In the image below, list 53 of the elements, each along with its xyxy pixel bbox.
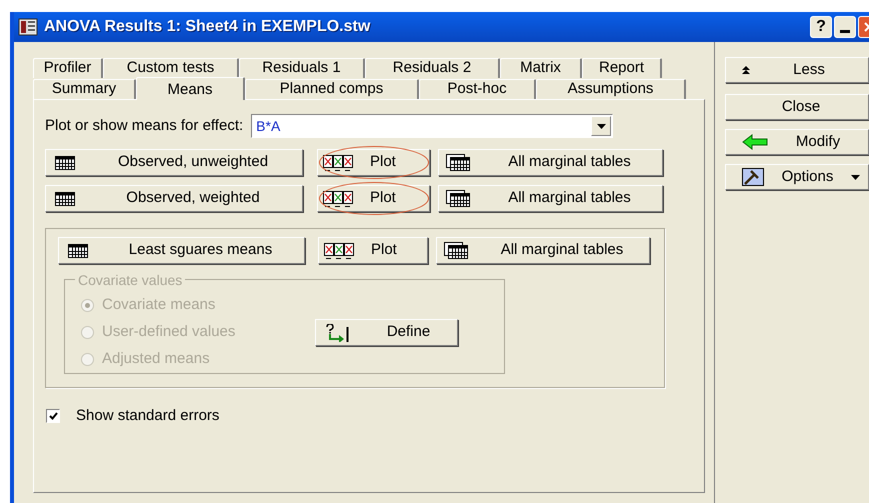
tab[interactable]: Post-hoc [419,79,536,99]
radio-label: Covariate means [102,295,216,316]
plot-icon [323,190,354,206]
caret-icon [851,174,860,180]
field-label: Plot or show means for effect: [45,116,244,136]
tables-button[interactable]: All marginal tables [438,149,663,176]
dropdown-button[interactable] [591,116,612,136]
double-up-icon [742,66,750,74]
radio-label: Adjusted means [102,349,210,370]
tab[interactable]: Matrix [500,58,582,78]
plain-button[interactable]: Close [725,94,869,120]
tables-button[interactable]: All marginal tables [436,237,650,264]
table-icon [55,156,75,170]
app-icon [18,18,38,36]
table-icon [55,192,75,206]
window-title: ANOVA Results 1: Sheet4 in EXEMPLO.stw [44,17,370,37]
minimize-icon [840,30,850,33]
hammer-icon [742,168,764,186]
modify-button[interactable]: Modify [725,129,869,155]
means-button[interactable]: Least sguares means [58,237,305,264]
checkbox-label: Show standard errors [76,406,220,426]
tab[interactable]: Assumptions [536,79,686,99]
tables-icon [446,154,470,171]
tab[interactable]: Summary [33,79,136,99]
plot-icon [323,154,354,170]
tab[interactable]: Report [582,58,662,78]
plot-button[interactable]: Plot [317,149,430,176]
arrow-icon [326,324,350,342]
tab[interactable]: Means [136,77,245,100]
check-icon [48,412,58,420]
tab[interactable]: Profiler [33,58,103,78]
help-button[interactable]: ? [810,16,832,38]
tab[interactable]: Custom tests [103,58,239,78]
arrow-icon [742,134,768,150]
table-icon [68,244,88,258]
tab[interactable]: Residuals 2 [365,58,500,78]
tables-icon [446,190,470,207]
plot-icon [324,242,355,258]
less-button[interactable]: Less [725,57,869,83]
plot-button[interactable]: Plot [317,185,430,212]
checkbox[interactable] [46,409,60,424]
means-button[interactable]: Observed, weighted [45,185,303,212]
tab[interactable]: Planned comps [245,79,419,99]
options-button[interactable]: Options [725,164,869,190]
means-button[interactable]: Observed, unweighted [45,149,303,176]
tab[interactable]: Residuals 1 [239,58,365,78]
effect-dropdown[interactable]: B*A [251,114,614,138]
caret-icon [596,124,606,128]
plot-button[interactable]: Plot [318,237,428,264]
radio-label: User-defined values [102,322,236,342]
tables-icon [444,242,468,259]
minimize-button[interactable] [834,16,856,38]
tables-button[interactable]: All marginal tables [438,185,663,212]
